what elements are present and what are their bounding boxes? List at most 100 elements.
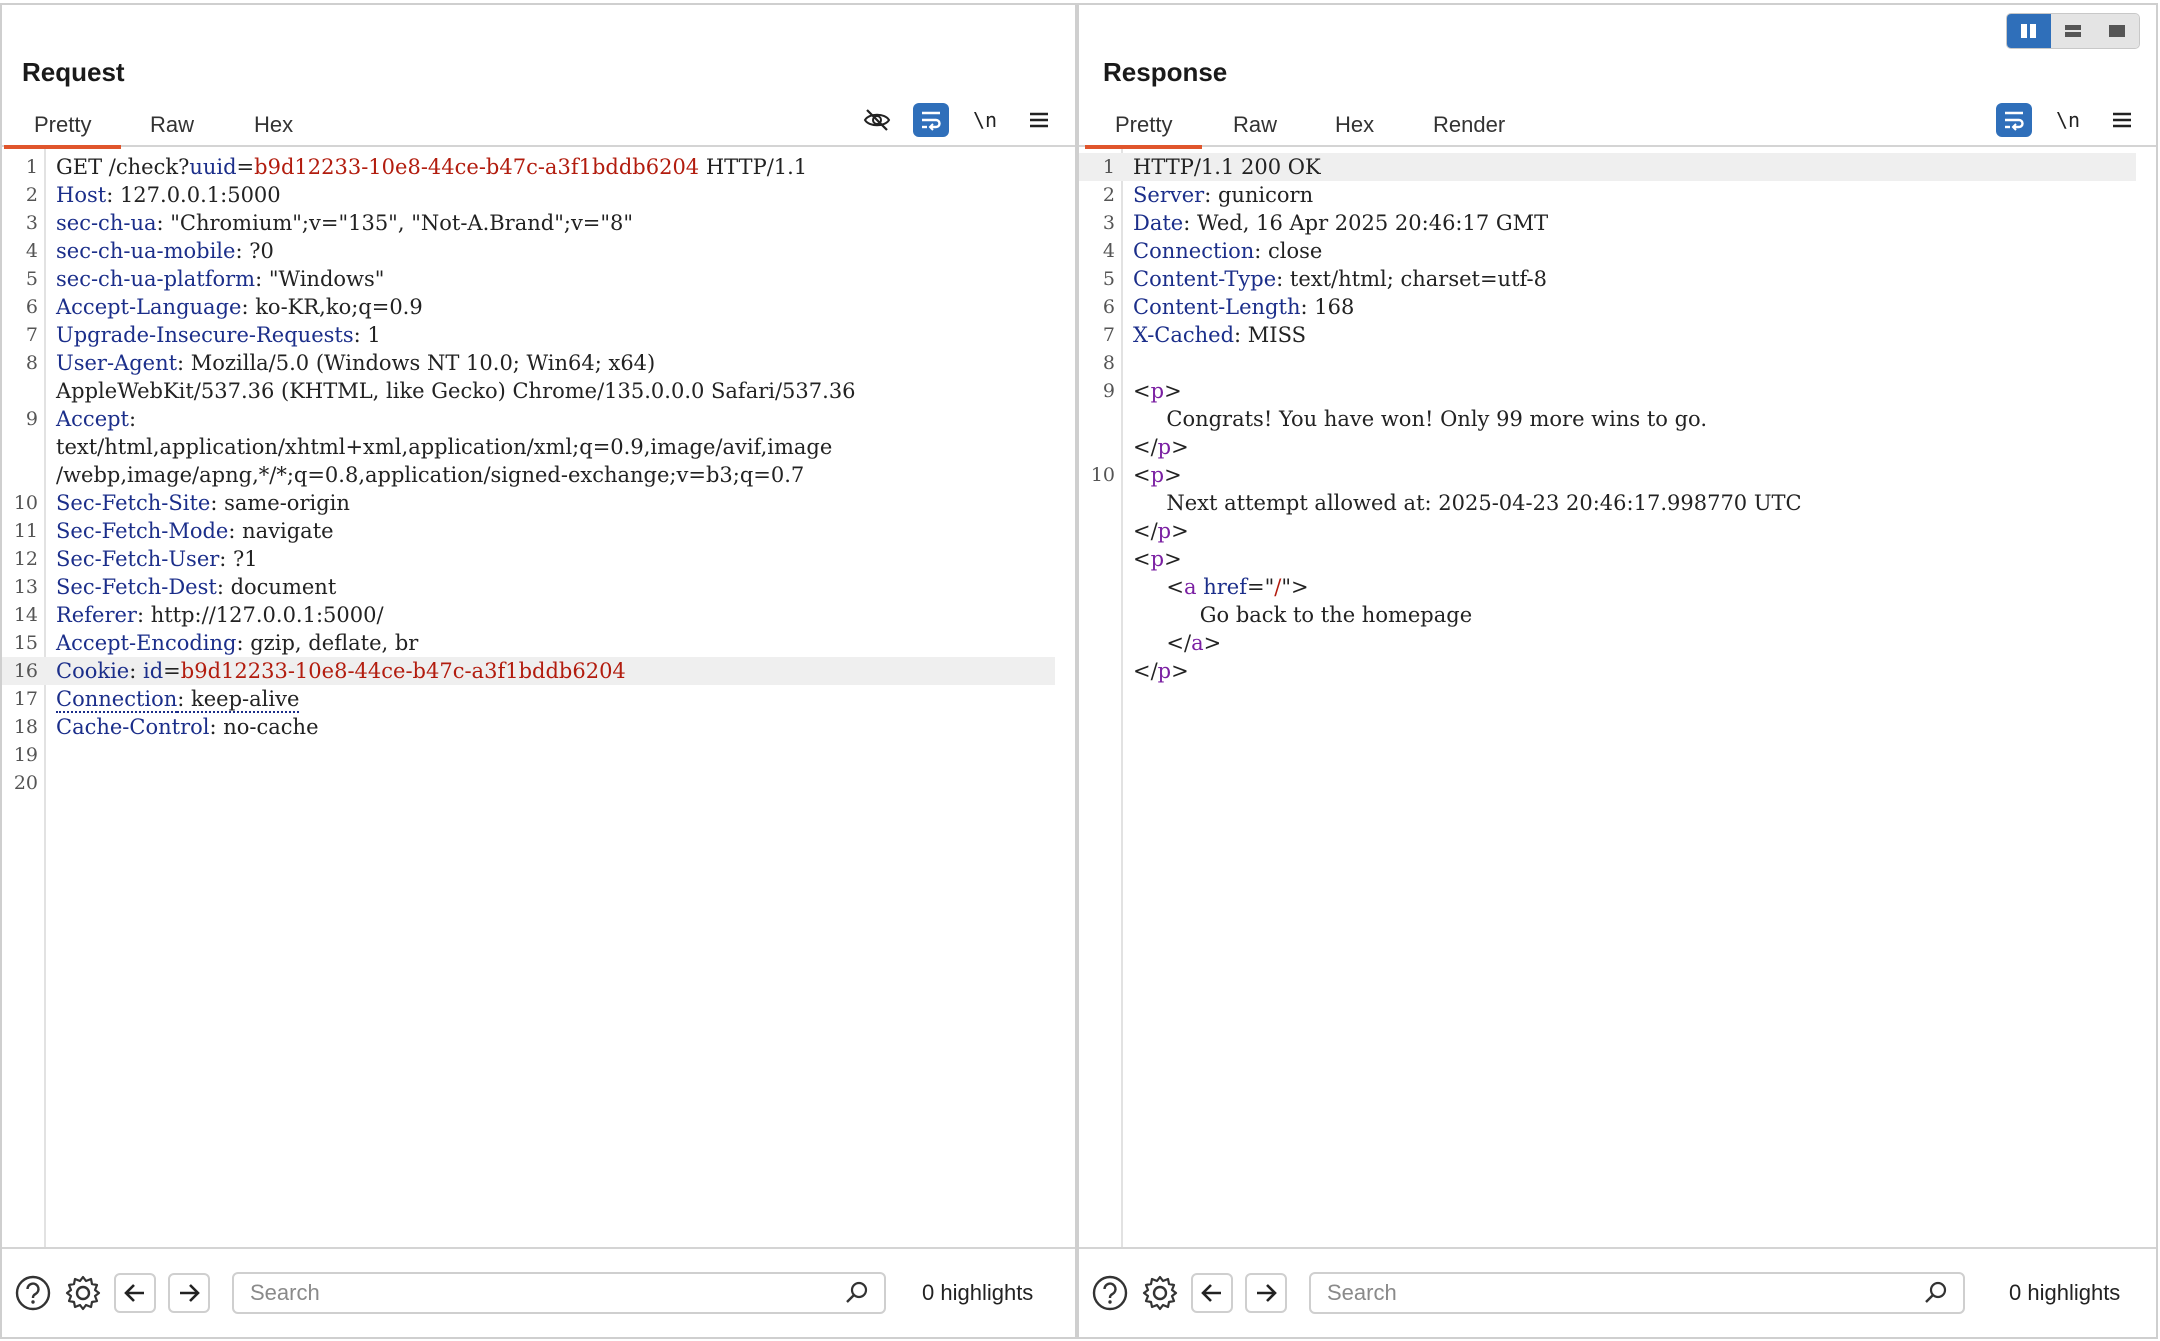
layout-toggle xyxy=(2006,13,2140,49)
line-code: text/html,application/xhtml+xml,applicat… xyxy=(56,433,1055,461)
html-tag: p xyxy=(1157,519,1172,543)
code-line: 11 Sec-Fetch-Mode: navigate xyxy=(2,517,1055,545)
request-editor[interactable]: 1 GET /check?uuid=b9d12233-10e8-44ce-b47c… xyxy=(2,149,1075,1249)
line-number: 6 xyxy=(1102,296,1115,318)
search-icon[interactable] xyxy=(1923,1280,1949,1306)
hide-nonprintable-button[interactable] xyxy=(859,103,895,137)
eye-slash-icon xyxy=(863,109,891,131)
request-pane: Request Pretty Raw Hex \n 1 GET /check?u… xyxy=(0,3,1077,1339)
response-show-newlines-button[interactable]: \n xyxy=(2050,103,2086,137)
code-text: < xyxy=(1133,575,1184,599)
http-message-editor: Request Pretty Raw Hex \n 1 GET /check?u… xyxy=(0,0,2160,1341)
line-number: 2 xyxy=(1102,184,1115,206)
request-tab-raw[interactable]: Raw xyxy=(120,109,224,145)
line-number: 20 xyxy=(13,772,38,794)
line-number: 4 xyxy=(25,240,38,262)
response-next-button[interactable] xyxy=(1245,1273,1287,1313)
code-line: 8 xyxy=(1079,349,2136,377)
response-word-wrap-button[interactable] xyxy=(1996,103,2032,137)
request-settings-button[interactable] xyxy=(64,1274,102,1312)
header-name: sec-ch-ua xyxy=(56,211,157,235)
stacked-layout-button[interactable] xyxy=(2051,14,2095,48)
code-text: = xyxy=(236,155,255,179)
code-line: </a> xyxy=(1079,629,2136,657)
code-line: 10 <p> xyxy=(1079,461,2136,489)
request-search-input[interactable] xyxy=(248,1279,844,1307)
arrow-left-icon xyxy=(124,1284,144,1302)
line-number: 2 xyxy=(25,184,38,206)
code-line: 13 Sec-Fetch-Dest: document xyxy=(2,573,1055,601)
header-name: Referer xyxy=(56,603,137,627)
line-code: Connection: keep-alive xyxy=(56,685,1055,713)
line-code: <p> xyxy=(1133,377,2136,405)
code-text: HTTP/1.1 200 OK xyxy=(1133,155,1321,179)
header-name: Connection xyxy=(56,687,178,713)
response-tab-raw[interactable]: Raw xyxy=(1203,109,1307,145)
response-menu-button[interactable] xyxy=(2104,103,2140,137)
code-line: 2 Server: gunicorn xyxy=(1079,181,2136,209)
single-layout-button[interactable] xyxy=(2095,14,2139,48)
code-text: </ xyxy=(1133,659,1158,683)
header-name: Content-Type xyxy=(1133,267,1277,291)
search-icon[interactable] xyxy=(844,1280,870,1306)
line-code: <p> xyxy=(1133,461,2136,489)
header-name: Accept-Encoding xyxy=(56,631,237,655)
code-text: Congrats! You have won! Only 99 more win… xyxy=(1133,407,1708,431)
code-text: : ?0 xyxy=(235,239,274,263)
code-line: 2 Host: 127.0.0.1:5000 xyxy=(2,181,1055,209)
request-help-button[interactable] xyxy=(14,1274,52,1312)
arrow-left-icon xyxy=(1201,1284,1221,1302)
code-text: </ xyxy=(1133,435,1158,459)
request-previous-button[interactable] xyxy=(114,1273,156,1313)
show-newlines-button[interactable]: \n xyxy=(967,103,1003,137)
response-tab-render[interactable]: Render xyxy=(1403,109,1535,145)
response-tab-pretty[interactable]: Pretty xyxy=(1085,109,1203,149)
response-settings-button[interactable] xyxy=(1141,1274,1179,1312)
header-name: Sec-Fetch-Dest xyxy=(56,575,217,599)
code-text: Next attempt allowed at: 2025-04-23 20:4… xyxy=(1133,491,1802,515)
request-tab-pretty[interactable]: Pretty xyxy=(4,109,122,149)
html-tag: p xyxy=(1157,435,1172,459)
request-menu-button[interactable] xyxy=(1021,103,1057,137)
html-tag: p xyxy=(1150,463,1165,487)
response-editor[interactable]: 1 HTTP/1.1 200 OK 2 Server: gunicorn 3 Date: … xyxy=(1079,149,2156,1249)
code-text: : Wed, 16 Apr 2025 20:46:17 GMT xyxy=(1183,211,1549,235)
header-name: Upgrade-Insecure-Requests xyxy=(56,323,354,347)
code-text: GET /check? xyxy=(56,155,190,179)
code-text: > xyxy=(1171,435,1189,459)
header-name: Server xyxy=(1133,183,1205,207)
code-text: : MISS xyxy=(1234,323,1306,347)
code-line: 17 Connection: keep-alive xyxy=(2,685,1055,713)
response-tab-hex[interactable]: Hex xyxy=(1305,109,1404,145)
line-code: User-Agent: Mozilla/5.0 (Windows NT 10.0… xyxy=(56,349,1055,377)
line-number: 5 xyxy=(1102,268,1115,290)
header-name: Host xyxy=(56,183,107,207)
line-number: 12 xyxy=(13,548,38,570)
request-footer: 0 highlights xyxy=(2,1249,1075,1337)
code-line: Next attempt allowed at: 2025-04-23 20:4… xyxy=(1079,489,2136,517)
line-number: 10 xyxy=(13,492,38,514)
side-by-side-layout-button[interactable] xyxy=(2007,14,2051,48)
line-code: Cache-Control: no-cache xyxy=(56,713,1055,741)
response-search-input[interactable] xyxy=(1325,1279,1923,1307)
response-title: Response xyxy=(1103,57,1228,87)
response-help-button[interactable] xyxy=(1091,1274,1129,1312)
code-line: /webp,image/apng,*/*;q=0.8,application/s… xyxy=(2,461,1055,489)
request-search-box xyxy=(232,1272,886,1314)
line-number: 3 xyxy=(25,212,38,234)
code-text: = xyxy=(163,659,181,683)
header-name: Cache-Control xyxy=(56,715,210,739)
response-previous-button[interactable] xyxy=(1191,1273,1233,1313)
word-wrap-button[interactable] xyxy=(913,103,949,137)
code-text: "> xyxy=(1281,575,1309,599)
code-line: 5 Content-Type: text/html; charset=utf-8 xyxy=(1079,265,2136,293)
request-next-button[interactable] xyxy=(168,1273,210,1313)
line-code: </a> xyxy=(1133,629,2136,657)
line-code: Sec-Fetch-User: ?1 xyxy=(56,545,1055,573)
request-tab-hex[interactable]: Hex xyxy=(224,109,323,145)
header-name: Content-Length xyxy=(1133,295,1301,319)
header-name: X-Cached xyxy=(1133,323,1235,347)
code-line: 19 xyxy=(2,741,1055,769)
code-line: Congrats! You have won! Only 99 more win… xyxy=(1079,405,2136,433)
request-code-lines: 1 GET /check?uuid=b9d12233-10e8-44ce-b47c… xyxy=(2,153,1055,797)
